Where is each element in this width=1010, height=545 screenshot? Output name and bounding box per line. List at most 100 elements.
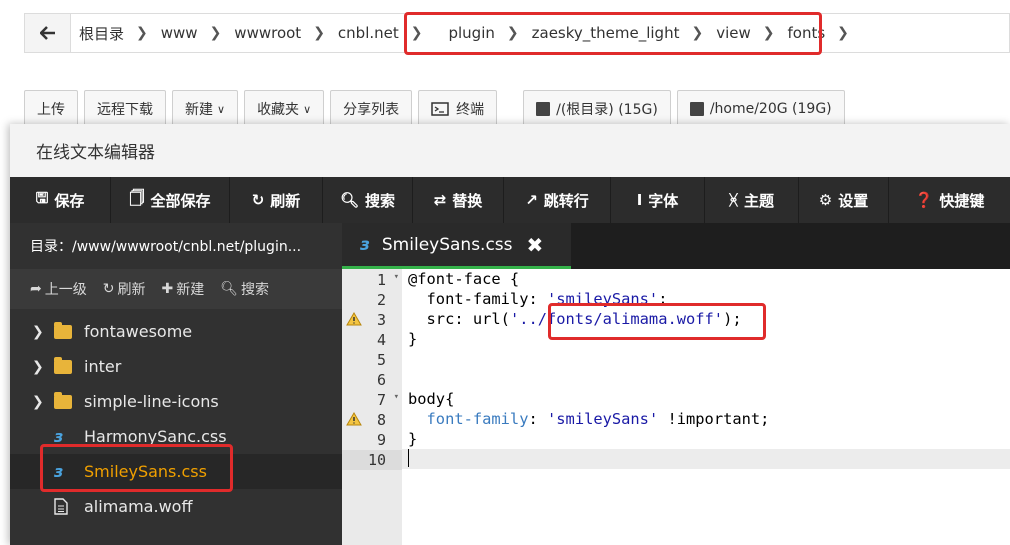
tree-item-file[interactable]: alimama.woff [10, 489, 342, 524]
disk-root-label: /(根目录) (15G) [556, 102, 658, 118]
search-icon: 🔍︎ [339, 191, 360, 209]
upload-label: 上传 [37, 102, 65, 118]
line-number: 4 [376, 331, 386, 349]
editor-tab-bar: з SmileySans.css ✖ [342, 223, 1010, 269]
help-icon: ❓ [914, 191, 934, 209]
file-tree: ❯ fontawesome ❯ inter ❯ simple-line-icon… [10, 314, 342, 524]
save-all-button[interactable]: 🗍 全部保存 [111, 177, 230, 223]
favorites-dropdown[interactable]: 收藏夹 ∨ [244, 90, 325, 128]
replace-icon: ⇄ [433, 191, 447, 209]
chevron-right-icon: ❯ [32, 393, 44, 410]
sidebar-search-button[interactable]: 🔍︎ 搜索 [220, 279, 269, 299]
chevron-down-icon: ∨ [303, 102, 312, 116]
save-label: 保存 [54, 191, 85, 210]
code-line: font-family: 'smileySans' !important; [408, 410, 770, 428]
new-label: 新建 [185, 102, 213, 118]
shortcuts-label: 快捷键 [939, 191, 985, 210]
refresh-label: 刷新 [270, 191, 301, 210]
replace-button[interactable]: ⇄ 替换 [413, 177, 504, 223]
tree-item-folder[interactable]: ❯ simple-line-icons [10, 384, 342, 419]
breadcrumb-label: cnbl.net [337, 24, 399, 42]
tree-item-label: simple-line-icons [84, 392, 219, 411]
terminal-icon [431, 102, 449, 116]
upload-button[interactable]: 上传 [24, 90, 78, 128]
remote-download-button[interactable]: 远程下载 [84, 90, 166, 128]
code-line-current [402, 449, 1010, 469]
search-label: 搜索 [365, 191, 396, 210]
breadcrumb-item-wwwroot[interactable]: wwwroot ❯ [234, 24, 338, 42]
sidebar-refresh-button[interactable]: ↻ 刷新 [103, 279, 146, 299]
file-sidebar: 目录：/www/wwwroot/cnbl.net/plugin... ➦ 上一级 … [10, 223, 342, 545]
line-number: 1 ▾ [376, 271, 399, 289]
highlight-box-breadcrumb [404, 12, 822, 55]
chevron-right-icon: ❯ [313, 25, 325, 41]
sidebar-new-label: 新建 [176, 282, 205, 298]
file-text-icon [54, 498, 68, 515]
sidebar-new-button[interactable]: ✚ 新建 [161, 279, 204, 299]
new-dropdown[interactable]: 新建 ∨ [172, 90, 239, 128]
disk-root-button[interactable]: /(根目录) (15G) [523, 90, 671, 128]
warning-icon [346, 312, 362, 326]
breadcrumb-item-www[interactable]: www ❯ [161, 24, 235, 42]
tree-item-folder[interactable]: ❯ inter [10, 349, 342, 384]
tree-item-folder[interactable]: ❯ fontawesome [10, 314, 342, 349]
breadcrumb-item-root[interactable]: 根目录 ❯ [79, 23, 161, 44]
refresh-icon: ↻ [251, 191, 265, 209]
chevron-right-icon: ❯ [209, 25, 222, 41]
breadcrumb-label: 根目录 [79, 24, 125, 43]
arrow-left-icon [39, 26, 55, 40]
parent-dir-button[interactable]: ➦ 上一级 [30, 279, 87, 299]
font-label: 字体 [648, 191, 679, 210]
theme-button[interactable]: ᚸ 主题 [705, 177, 799, 223]
warning-icon [346, 412, 362, 426]
disk-home-label: /home/20G (19G) [709, 101, 832, 117]
line-number-current: 10 [342, 450, 402, 470]
line-number: 3 [342, 310, 402, 330]
search-icon: 🔍︎ [220, 281, 238, 297]
parent-dir-label: 上一级 [44, 282, 87, 298]
goto-line-button[interactable]: ↗ 跳转行 [504, 177, 611, 223]
save-button[interactable]: 🖫 保存 [10, 177, 111, 223]
tree-item-label: fontawesome [84, 322, 193, 341]
fold-arrow-icon[interactable]: ▾ [394, 392, 399, 402]
settings-button[interactable]: ⚙ 设置 [799, 177, 889, 223]
line-number: 5 [376, 351, 386, 369]
line-number: 6 [376, 371, 386, 389]
arrow-up-icon: ➦ [30, 281, 42, 297]
refresh-button[interactable]: ↻ 刷新 [230, 177, 323, 223]
chevron-down-icon: ∨ [217, 102, 226, 116]
breadcrumb-label: www [160, 24, 198, 42]
terminal-button[interactable]: 终端 [418, 90, 498, 128]
tab-smileysans-css[interactable]: з SmileySans.css ✖ [342, 223, 571, 269]
shortcuts-button[interactable]: ❓ 快捷键 [889, 177, 1010, 223]
back-button[interactable] [25, 14, 71, 52]
save-all-icon: 🗍 [129, 188, 145, 207]
window-title: 在线文本编辑器 [10, 124, 1010, 177]
fold-arrow-icon[interactable]: ▾ [394, 272, 399, 282]
font-button[interactable]: I 字体 [611, 177, 705, 223]
code-line: @font-face { [408, 270, 520, 288]
highlight-box-font-path [548, 303, 766, 340]
close-icon[interactable]: ✖ [527, 233, 544, 257]
disk-icon [536, 102, 551, 116]
line-number: 9 [376, 431, 386, 449]
save-icon: 🖫 [35, 188, 49, 207]
line-number: 8 [342, 410, 402, 430]
settings-label: 设置 [838, 191, 869, 210]
chevron-right-icon: ❯ [32, 323, 44, 340]
code-line: } [408, 430, 418, 448]
text-caret [408, 449, 409, 467]
sidebar-toolbar: ➦ 上一级 ↻ 刷新 ✚ 新建 🔍︎ 搜索 [10, 269, 342, 309]
disk-icon [689, 102, 704, 116]
refresh-icon: ↻ [102, 281, 115, 297]
sidebar-search-label: 搜索 [240, 282, 269, 298]
highlight-box-active-file [40, 444, 233, 492]
disk-home-button[interactable]: /home/20G (19G) [676, 90, 845, 128]
chevron-right-icon: ❯ [32, 358, 44, 375]
gear-icon: ⚙ [818, 191, 833, 209]
share-list-button[interactable]: 分享列表 [330, 90, 413, 128]
tree-item-label: alimama.woff [84, 497, 193, 516]
tree-item-label: inter [84, 357, 122, 376]
remote-download-label: 远程下载 [97, 102, 153, 118]
search-button[interactable]: 🔍︎ 搜索 [323, 177, 413, 223]
